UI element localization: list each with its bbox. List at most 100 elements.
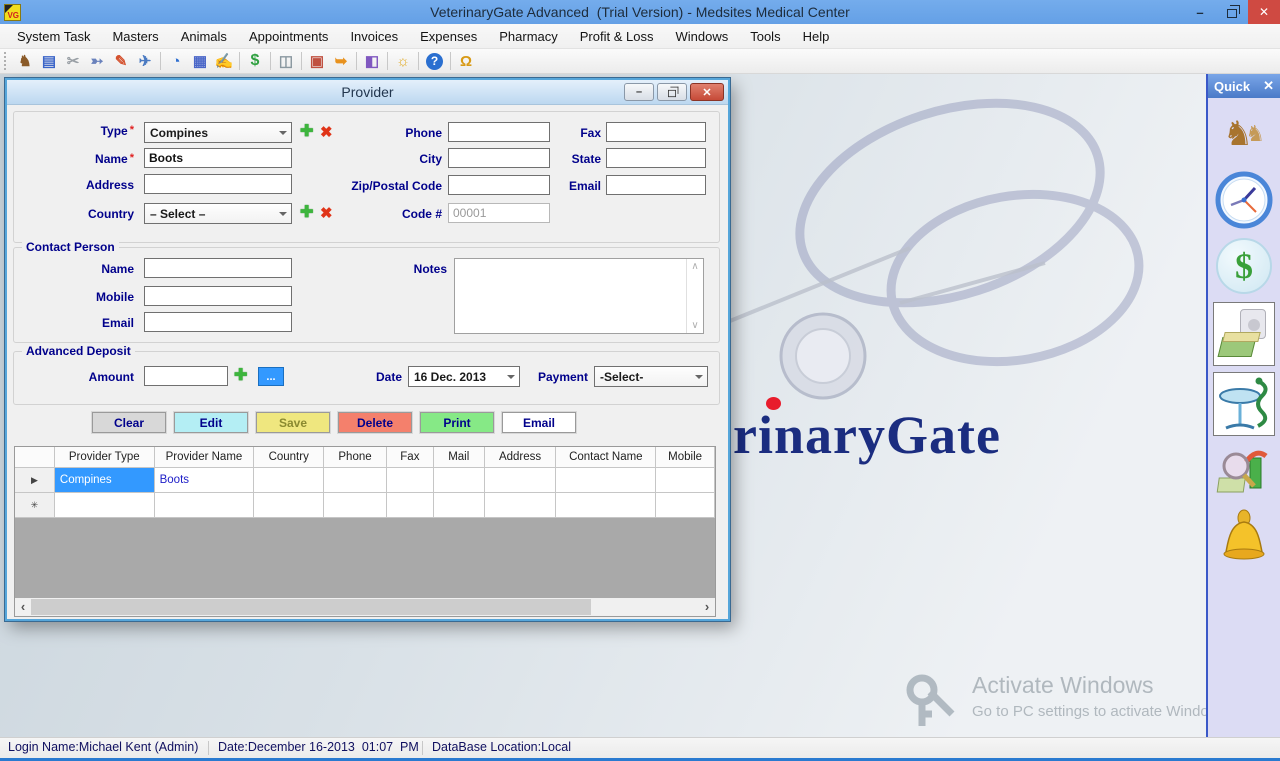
table-row[interactable]: ▶CompinesBoots <box>15 468 715 493</box>
grid-cell[interactable] <box>155 493 255 518</box>
menu-item-masters[interactable]: Masters <box>101 24 169 49</box>
dialog-minimize-button[interactable]: – <box>624 83 654 101</box>
grid-cell[interactable] <box>324 493 387 518</box>
amount-field[interactable] <box>144 366 228 386</box>
provider-dialog-titlebar[interactable]: Provider – ✕ <box>7 80 728 105</box>
sidebar-item-reports[interactable] <box>1213 442 1275 502</box>
inventory-box-icon[interactable]: ◫ <box>274 51 298 72</box>
pharmacy-box-icon[interactable]: ▣ <box>305 51 329 72</box>
invoice-card-icon[interactable]: ▦ <box>188 51 212 72</box>
bird-icon[interactable]: ➳ <box>85 51 109 72</box>
prescription-pen-icon[interactable]: ✎ <box>109 51 133 72</box>
scroll-up-icon[interactable]: ∧ <box>691 261 698 272</box>
sidebar-item-pharmacy[interactable] <box>1213 372 1275 436</box>
fax-field[interactable] <box>606 122 706 142</box>
type-combobox[interactable]: Compines <box>144 122 292 143</box>
sidebar-item-expenses[interactable] <box>1213 302 1275 366</box>
menu-item-help[interactable]: Help <box>792 24 841 49</box>
state-field[interactable] <box>606 148 706 168</box>
menu-item-expenses[interactable]: Expenses <box>409 24 488 49</box>
save-button[interactable]: Save <box>256 412 330 433</box>
owners-book-icon[interactable]: ▤ <box>37 51 61 72</box>
restore-button[interactable] <box>1216 0 1248 24</box>
grid-cell[interactable] <box>656 493 715 518</box>
notes-text[interactable] <box>455 259 686 333</box>
contact-mobile-field[interactable] <box>144 286 292 306</box>
contact-name-field[interactable] <box>144 258 292 278</box>
name-field[interactable] <box>144 148 292 168</box>
payment-combobox[interactable]: -Select- <box>594 366 708 387</box>
grid-cell[interactable] <box>656 468 715 493</box>
menu-item-tools[interactable]: Tools <box>739 24 791 49</box>
delete-button[interactable]: Delete <box>338 412 412 433</box>
grooming-icon[interactable]: ✂ <box>61 51 85 72</box>
deposit-date-picker[interactable]: 16 Dec. 2013 <box>408 366 520 387</box>
edit-button[interactable]: Edit <box>174 412 248 433</box>
notes-field[interactable]: ∧ ∨ <box>454 258 704 334</box>
quick-sidebar-close-icon[interactable]: ✕ <box>1263 78 1274 94</box>
table-row[interactable]: ✳ <box>15 493 715 518</box>
sidebar-item-reminders[interactable] <box>1213 508 1275 568</box>
grid-cell[interactable] <box>434 493 485 518</box>
sidebar-item-payments[interactable]: $ <box>1213 236 1275 296</box>
scroll-left-icon[interactable]: ‹ <box>15 598 31 616</box>
menu-item-invoices[interactable]: Invoices <box>339 24 409 49</box>
reports-chart-icon[interactable]: ◧ <box>360 51 384 72</box>
send-plane-icon[interactable]: ✈ <box>133 51 157 72</box>
menu-item-system-task[interactable]: System Task <box>6 24 101 49</box>
minimize-button[interactable]: – <box>1184 0 1216 24</box>
city-field[interactable] <box>448 148 550 168</box>
appointments-clock-icon[interactable]: ◔ <box>164 51 188 72</box>
row-selector[interactable]: ▶ <box>15 468 55 493</box>
notes-scrollbar[interactable]: ∧ ∨ <box>686 259 703 333</box>
menu-item-animals[interactable]: Animals <box>170 24 238 49</box>
expense-note-icon[interactable]: ✍ <box>212 51 236 72</box>
animals-dog-icon[interactable]: ♞ <box>13 51 37 72</box>
grid-cell[interactable] <box>556 493 656 518</box>
grid-cell[interactable] <box>485 468 557 493</box>
grid-cell[interactable]: Compines <box>55 468 155 493</box>
email-field[interactable] <box>606 175 706 195</box>
scroll-right-icon[interactable]: › <box>699 598 715 616</box>
contact-email-field[interactable] <box>144 312 292 332</box>
zip-field[interactable] <box>448 175 550 195</box>
grid-cell[interactable]: Boots <box>155 468 255 493</box>
grid-hscrollbar[interactable]: ‹ › <box>15 598 715 616</box>
clear-button[interactable]: Clear <box>92 412 166 433</box>
grid-cell[interactable] <box>434 468 485 493</box>
dialog-close-button[interactable]: ✕ <box>690 83 724 101</box>
grid-cell[interactable] <box>254 493 324 518</box>
address-field[interactable] <box>144 174 292 194</box>
grid-cell[interactable] <box>254 468 324 493</box>
dialog-restore-button[interactable] <box>657 83 687 101</box>
grid-cell[interactable] <box>324 468 387 493</box>
menu-item-appointments[interactable]: Appointments <box>238 24 340 49</box>
add-deposit-icon[interactable]: ✚ <box>234 368 247 384</box>
close-button[interactable]: ✕ <box>1248 0 1280 24</box>
help-icon[interactable]: ? <box>426 53 443 70</box>
browse-deposit-button[interactable]: ... <box>258 367 284 386</box>
reminder-alarm-icon[interactable]: ☼ <box>391 51 415 72</box>
grid-cell[interactable] <box>387 493 434 518</box>
country-combobox[interactable]: – Select – <box>144 203 292 224</box>
add-country-icon[interactable]: ✚ <box>300 205 313 221</box>
bell-icon[interactable]: Ω <box>454 51 478 72</box>
menu-item-profit-loss[interactable]: Profit & Loss <box>569 24 665 49</box>
grid-cell[interactable] <box>387 468 434 493</box>
menu-item-pharmacy[interactable]: Pharmacy <box>488 24 569 49</box>
add-type-icon[interactable]: ✚ <box>300 124 313 140</box>
scroll-down-icon[interactable]: ∨ <box>691 320 698 331</box>
row-selector[interactable]: ✳ <box>15 493 55 518</box>
sidebar-item-appointments[interactable] <box>1213 170 1275 230</box>
grid-cell[interactable] <box>485 493 557 518</box>
email-button[interactable]: Email <box>502 412 576 433</box>
phone-field[interactable] <box>448 122 550 142</box>
grid-cell[interactable] <box>556 468 656 493</box>
payments-dollar-icon[interactable]: $ <box>243 51 267 72</box>
backup-arrow-icon[interactable]: ➥ <box>329 51 353 72</box>
hscroll-thumb[interactable] <box>31 599 591 615</box>
menu-item-windows[interactable]: Windows <box>664 24 739 49</box>
sidebar-item-animals[interactable]: ♞ ♞ <box>1213 104 1275 164</box>
grid-cell[interactable] <box>55 493 155 518</box>
print-button[interactable]: Print <box>420 412 494 433</box>
